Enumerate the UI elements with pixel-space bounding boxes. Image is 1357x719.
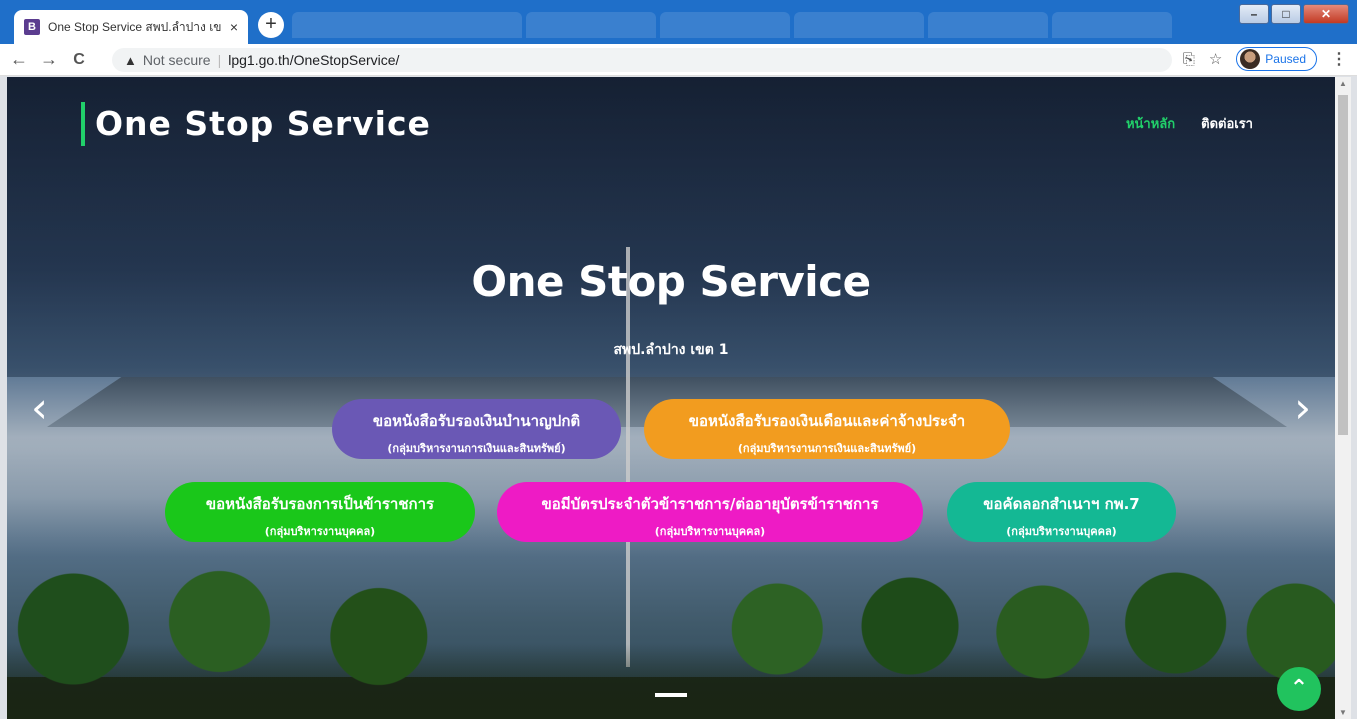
browser-tab-strip: B One Stop Service สพป.ลำปาง เขต 1 × + –… xyxy=(0,0,1357,44)
new-tab-button[interactable]: + xyxy=(258,12,284,38)
back-button[interactable]: ← xyxy=(8,49,30,70)
forward-button[interactable]: → xyxy=(38,49,60,70)
service-button-salary-certificate[interactable]: ขอหนังสือรับรองเงินเดือนและค่าจ้างประจำ … xyxy=(644,399,1010,459)
menu-icon[interactable]: ⋮ xyxy=(1331,49,1347,69)
reload-button[interactable]: C xyxy=(68,51,90,69)
page-scrollbar[interactable]: ▲ ▼ xyxy=(1335,77,1351,719)
service-department: (กลุ่มบริหารงานการเงินและสินทรัพย์) xyxy=(737,442,917,455)
nav-link-home[interactable]: หน้าหลัก xyxy=(1126,113,1175,134)
toolbar-actions: ⎘ ☆ Paused ⋮ xyxy=(1183,47,1347,71)
tab-favicon-icon: B xyxy=(24,19,40,35)
service-button-civil-servant-certificate[interactable]: ขอหนังสือรับรองการเป็นข้าราชการ (กลุ่มบร… xyxy=(165,482,475,542)
minimize-button[interactable]: – xyxy=(1239,4,1269,24)
scroll-up-icon[interactable]: ▲ xyxy=(1335,79,1351,88)
profile-status: Paused xyxy=(1265,52,1306,66)
service-title: ขอหนังสือรับรองการเป็นข้าราชการ xyxy=(205,495,435,513)
page-viewport: One Stop Service หน้าหลัก ติดต่อเรา One … xyxy=(7,77,1335,719)
service-title: ขอหนังสือรับรองเงินบำนาญปกติ xyxy=(372,412,581,430)
scroll-down-icon[interactable]: ▼ xyxy=(1335,708,1351,717)
service-department: (กลุ่มบริหารงานบุคคล) xyxy=(264,525,376,538)
service-button-id-card[interactable]: ขอมีบัตรประจำตัวข้าราชการ/ต่ออายุบัตรข้า… xyxy=(497,482,923,542)
back-to-top-button[interactable]: ⌃ xyxy=(1277,667,1321,711)
scrollbar-thumb[interactable] xyxy=(1338,95,1348,435)
security-label[interactable]: Not secure xyxy=(143,52,211,68)
service-title: ขอมีบัตรประจำตัวข้าราชการ/ต่ออายุบัตรข้า… xyxy=(541,495,879,513)
address-separator: | xyxy=(217,52,222,68)
service-department: (กลุ่มบริหารงานการเงินและสินทรัพย์) xyxy=(387,442,566,455)
service-button-kp7-copy[interactable]: ขอคัดลอกสำเนาฯ กพ.7 (กลุ่มบริหารงานบุคคล… xyxy=(947,482,1176,542)
hero-subtitle: สพป.ลำปาง เขต 1 xyxy=(613,342,729,358)
tab-close-icon[interactable]: × xyxy=(230,19,238,35)
carousel-next-icon[interactable]: › xyxy=(1294,387,1311,429)
close-window-button[interactable]: ✕ xyxy=(1303,4,1349,24)
browser-toolbar: ← → C ▲ Not secure | lpg1.go.th/OneStopS… xyxy=(0,44,1357,76)
window-controls: – □ ✕ xyxy=(1239,4,1349,24)
service-title: ขอคัดลอกสำเนาฯ กพ.7 xyxy=(983,495,1140,513)
site-brand[interactable]: One Stop Service xyxy=(81,102,431,146)
carousel-prev-icon[interactable]: ‹ xyxy=(31,387,48,429)
browser-tab-active[interactable]: B One Stop Service สพป.ลำปาง เขต 1 × xyxy=(14,10,248,44)
tab-title: One Stop Service สพป.ลำปาง เขต 1 xyxy=(48,19,222,34)
maximize-button[interactable]: □ xyxy=(1271,4,1301,24)
address-bar[interactable]: ▲ Not secure | lpg1.go.th/OneStopService… xyxy=(112,48,1172,72)
translate-icon[interactable]: ⎘ xyxy=(1183,51,1195,68)
url-text[interactable]: lpg1.go.th/OneStopService/ xyxy=(228,52,399,68)
hero-title: One Stop Service xyxy=(471,257,871,306)
service-title: ขอหนังสือรับรองเงินเดือนและค่าจ้างประจำ xyxy=(688,412,966,430)
service-department: (กลุ่มบริหารงานบุคคล) xyxy=(654,525,766,538)
avatar xyxy=(1240,49,1261,69)
service-button-pension[interactable]: ขอหนังสือรับรองเงินบำนาญปกติ (กลุ่มบริหา… xyxy=(332,399,621,459)
bookmark-star-icon[interactable]: ☆ xyxy=(1209,50,1222,68)
warning-icon[interactable]: ▲ xyxy=(124,53,137,68)
nav-link-contact[interactable]: ติดต่อเรา xyxy=(1201,113,1253,134)
carousel-indicator[interactable] xyxy=(655,693,687,697)
main-nav: หน้าหลัก ติดต่อเรา xyxy=(1126,113,1253,134)
service-department: (กลุ่มบริหารงานบุคคล) xyxy=(1006,525,1117,538)
profile-button[interactable]: Paused xyxy=(1236,47,1317,71)
